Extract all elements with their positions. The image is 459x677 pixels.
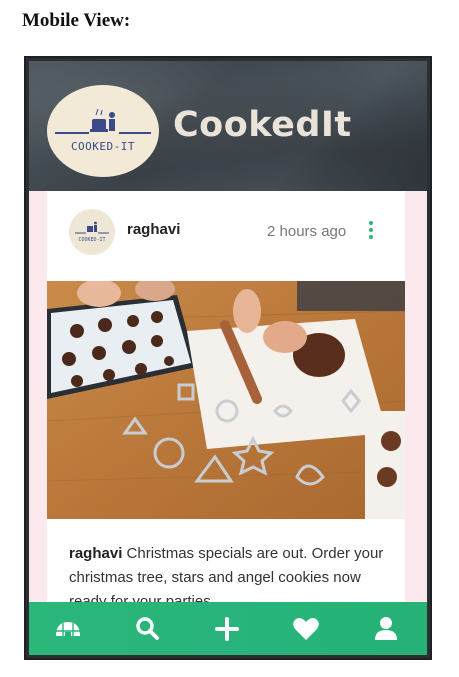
avatar[interactable]: COOKED-IT — [69, 209, 115, 255]
post-timestamp: 2 hours ago — [267, 223, 347, 240]
app-logo[interactable]: COOKED-IT — [47, 85, 159, 177]
cookie-baking-photo — [47, 281, 405, 519]
avatar-logo-icon — [75, 221, 109, 234]
post-card: COOKED-IT raghavi 2 hours ago raghavi Ch… — [47, 191, 405, 655]
heart-icon[interactable] — [291, 614, 321, 644]
add-icon[interactable] — [212, 614, 242, 644]
logo-text: COOKED-IT — [70, 140, 136, 153]
avatar-logo-text: COOKED-IT — [78, 237, 106, 243]
post-username[interactable]: raghavi — [127, 221, 180, 238]
search-icon[interactable] — [133, 614, 163, 644]
app-screen: COOKED-IT CookedIt COOKED-IT raghavi 2 h… — [29, 61, 427, 655]
profile-icon[interactable] — [371, 614, 401, 644]
caption-username[interactable]: raghavi — [69, 545, 122, 562]
brand-name: CookedIt — [173, 105, 352, 145]
post-image[interactable] — [47, 281, 405, 519]
post-header: COOKED-IT raghavi 2 hours ago — [47, 191, 405, 281]
phone-frame: COOKED-IT CookedIt COOKED-IT raghavi 2 h… — [24, 56, 432, 660]
page-title: Mobile View: — [22, 10, 131, 31]
home-icon[interactable] — [53, 614, 83, 644]
bottom-nav — [29, 602, 427, 655]
app-header: COOKED-IT CookedIt — [29, 61, 427, 191]
chef-logo-icon — [55, 108, 151, 134]
more-options-icon[interactable] — [369, 221, 375, 243]
